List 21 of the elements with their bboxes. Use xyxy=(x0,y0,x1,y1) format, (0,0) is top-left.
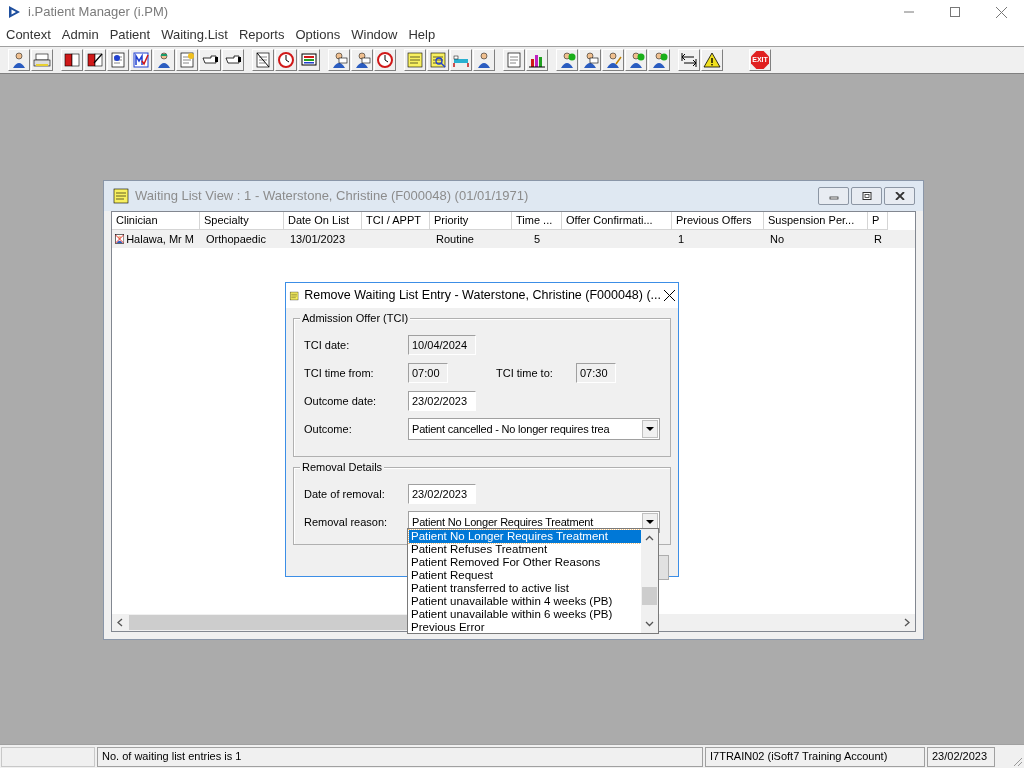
field-label: Outcome: xyxy=(304,421,353,437)
field-label: TCI date: xyxy=(304,337,351,353)
field-label: TCI time from: xyxy=(304,365,375,381)
field-label: TCI time to: xyxy=(496,365,554,381)
field-label: Outcome date: xyxy=(304,393,378,409)
table-cell-text: Orthopaedic xyxy=(206,231,266,247)
field-label: Date of removal: xyxy=(304,486,386,502)
table-cell-text: 5 xyxy=(533,231,541,247)
table-cell-text: 13/01/2023 xyxy=(290,231,346,247)
status-text: No. of waiting list entries is 1 xyxy=(97,746,703,767)
table-cell-text: Routine xyxy=(436,231,474,247)
status-text: I7TRAIN02 (iSoft7 Training Account) xyxy=(705,746,925,767)
window-title: i.Patient Manager (i.PM) xyxy=(28,3,169,22)
window-title: Waiting List View : 1 - Waterstone, Christine (F000048) (01/01/1971) xyxy=(135,187,529,206)
field-label: Removal reason: xyxy=(304,514,389,530)
table-cell-text: 1 xyxy=(678,231,685,247)
table-cell-text: Halawa, Mr M xyxy=(126,231,194,247)
table-cell-text: R xyxy=(874,231,882,247)
dialog-title: Remove Waiting List Entry - Waterstone, Christine (F000048) (... xyxy=(304,287,662,305)
table-cell-text: No xyxy=(770,231,785,247)
status-text: 23/02/2023 xyxy=(927,746,995,767)
